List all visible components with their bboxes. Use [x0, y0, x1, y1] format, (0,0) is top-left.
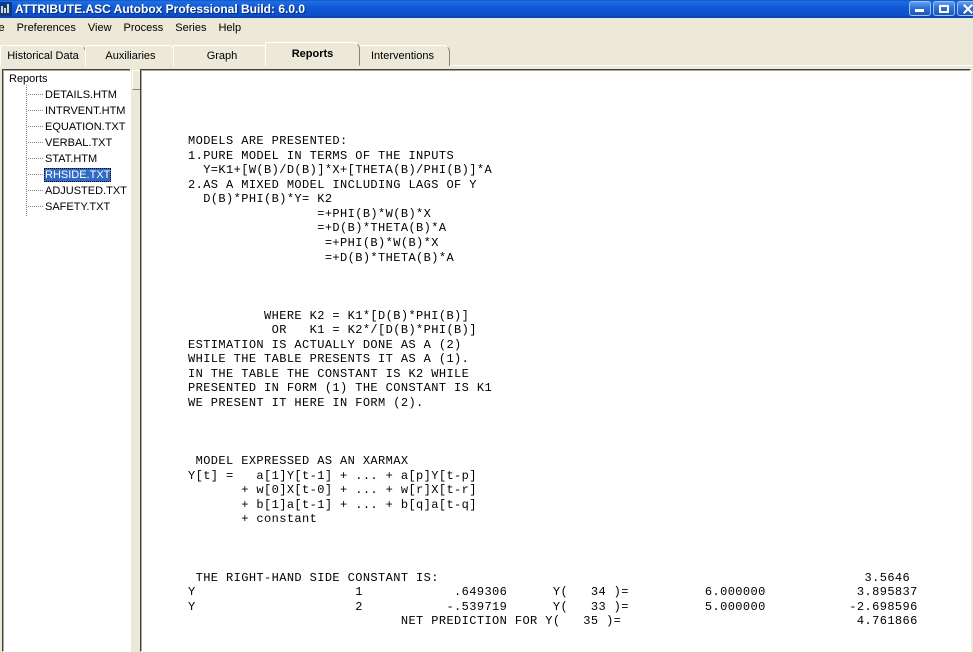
- tree-item-safety-txt[interactable]: SAFETY.TXT: [28, 199, 111, 214]
- tab-strip: Historical Data Auxiliaries Graph Report…: [0, 42, 973, 66]
- tree-item-stat-htm[interactable]: STAT.HTM: [28, 151, 98, 166]
- tree-branch-icon: [28, 94, 44, 95]
- tree-connector-line: [26, 85, 27, 217]
- reports-tree-panel: Reports DETAILS.HTM INTRVENT.HTM EQUATIO…: [2, 69, 138, 652]
- reports-tree[interactable]: Reports DETAILS.HTM INTRVENT.HTM EQUATIO…: [3, 70, 137, 651]
- tab-historical-data[interactable]: Historical Data: [0, 45, 86, 66]
- tree-item-equation-txt[interactable]: EQUATION.TXT: [28, 119, 126, 134]
- menu-item-preferences[interactable]: Preferences: [11, 20, 82, 36]
- tree-item-verbal-txt[interactable]: VERBAL.TXT: [28, 135, 113, 150]
- window-title: ATTRIBUTE.ASC Autobox Professional Build…: [15, 2, 306, 16]
- window-controls: [909, 1, 973, 16]
- minimize-button[interactable]: [909, 1, 931, 16]
- report-view[interactable]: MODELS ARE PRESENTED: 1.PURE MODEL IN TE…: [141, 70, 970, 651]
- tab-graph[interactable]: Graph: [173, 45, 271, 66]
- tree-item-intrvent-htm[interactable]: INTRVENT.HTM: [28, 103, 126, 118]
- tree-branch-icon: [28, 110, 44, 111]
- report-body-text: MODELS ARE PRESENTED: 1.PURE MODEL IN TE…: [188, 134, 918, 629]
- maximize-icon: [939, 5, 949, 13]
- tree-item-label: INTRVENT.HTM: [45, 104, 126, 117]
- tree-item-label: ADJUSTED.TXT: [45, 184, 127, 197]
- tree-item-label: RHSIDE.TXT: [44, 167, 112, 182]
- tree-branch-icon: [28, 142, 44, 143]
- content-area: Reports DETAILS.HTM INTRVENT.HTM EQUATIO…: [0, 66, 973, 652]
- tree-item-details-htm[interactable]: DETAILS.HTM: [28, 87, 118, 102]
- menu-item-series[interactable]: Series: [169, 20, 212, 36]
- tree-item-label: VERBAL.TXT: [45, 136, 113, 149]
- tab-reports[interactable]: Reports: [265, 42, 360, 66]
- report-view-panel: MODELS ARE PRESENTED: 1.PURE MODEL IN TE…: [140, 69, 971, 652]
- app-icon: [0, 2, 12, 16]
- tree-branch-icon: [28, 206, 44, 207]
- tree-item-label: STAT.HTM: [45, 152, 98, 165]
- tree-item-adjusted-txt[interactable]: ADJUSTED.TXT: [28, 183, 128, 198]
- tree-branch-icon: [28, 158, 44, 159]
- menu-item-file[interactable]: le: [0, 20, 11, 36]
- tree-branch-icon: [28, 174, 44, 175]
- menu-bar: le Preferences View Process Series Help: [0, 18, 973, 38]
- tree-item-label: SAFETY.TXT: [45, 200, 111, 213]
- tab-auxiliaries[interactable]: Auxiliaries: [85, 45, 176, 66]
- minimize-icon: [915, 9, 924, 12]
- tab-interventions[interactable]: Interventions: [355, 45, 450, 66]
- tree-item-label: EQUATION.TXT: [45, 120, 126, 133]
- panel-splitter[interactable]: [130, 69, 141, 652]
- menu-item-view[interactable]: View: [82, 20, 118, 36]
- tree-item-rhside-txt[interactable]: RHSIDE.TXT: [28, 167, 112, 182]
- menu-item-process[interactable]: Process: [118, 20, 170, 36]
- maximize-button[interactable]: [933, 1, 955, 16]
- close-button[interactable]: [957, 1, 973, 16]
- application-window: ATTRIBUTE.ASC Autobox Professional Build…: [0, 0, 973, 652]
- title-bar: ATTRIBUTE.ASC Autobox Professional Build…: [0, 0, 973, 18]
- tree-branch-icon: [28, 190, 44, 191]
- tree-branch-icon: [28, 126, 44, 127]
- tree-item-label: DETAILS.HTM: [45, 88, 117, 101]
- tree-root-label: Reports: [9, 73, 48, 85]
- close-icon: [962, 4, 973, 15]
- menu-item-help[interactable]: Help: [212, 20, 247, 36]
